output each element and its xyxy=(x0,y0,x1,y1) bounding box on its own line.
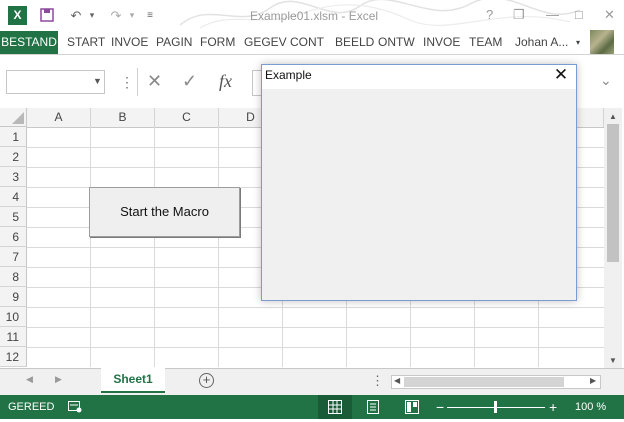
tab-team[interactable]: TEAM xyxy=(466,31,505,54)
dialog-title: Example xyxy=(265,68,312,82)
start-macro-button[interactable]: Start the Macro xyxy=(89,187,240,237)
row-header-2[interactable]: 2 xyxy=(0,147,27,167)
tab-pagina[interactable]: PAGIN xyxy=(153,31,195,54)
maximize-button[interactable]: □ xyxy=(575,7,583,22)
tab-formules[interactable]: FORM xyxy=(197,31,238,54)
scroll-right-icon[interactable]: ▶ xyxy=(590,376,596,385)
row-header-10[interactable]: 10 xyxy=(0,307,27,327)
macro-recording-icon[interactable] xyxy=(68,395,82,422)
user-name[interactable]: Johan A... xyxy=(512,31,571,54)
vertical-scroll-thumb[interactable] xyxy=(607,124,619,262)
excel-logo-icon[interactable]: X xyxy=(8,6,27,25)
redo-icon[interactable]: ↷ xyxy=(106,0,126,31)
tab-ontwikkelaars[interactable]: ONTW xyxy=(375,31,418,54)
column-header-c[interactable]: C xyxy=(155,108,219,127)
next-sheet-icon[interactable]: ▶ xyxy=(55,374,62,385)
window-title: Example01.xlsm - Excel xyxy=(250,9,379,23)
row-header-12[interactable]: 12 xyxy=(0,347,27,367)
grid-row-line xyxy=(27,347,604,348)
row-header-6[interactable]: 6 xyxy=(0,227,27,247)
ribbon-display-options-icon[interactable]: ❐ xyxy=(513,7,525,23)
row-header-1[interactable]: 1 xyxy=(0,127,27,147)
tab-bestand[interactable]: BESTAND xyxy=(0,31,58,54)
column-header-b[interactable]: B xyxy=(91,108,155,127)
customize-qat-icon[interactable]: ≡ xyxy=(143,0,157,31)
zoom-slider-thumb[interactable] xyxy=(494,401,497,413)
tab-start[interactable]: START xyxy=(64,31,108,54)
tab-invoegen[interactable]: INVOE xyxy=(108,31,151,54)
horizontal-scroll-thumb[interactable] xyxy=(404,377,564,387)
zoom-level[interactable]: 100 % xyxy=(575,395,606,419)
tab-beeld[interactable]: BEELD xyxy=(332,31,377,54)
grid-row-line xyxy=(27,307,604,308)
prev-sheet-icon[interactable]: ◀ xyxy=(26,374,33,385)
user-dropdown-icon[interactable]: ▾ xyxy=(573,31,583,54)
undo-dropdown-icon[interactable]: ▾ xyxy=(86,0,98,31)
sheet-tab-sheet1[interactable]: Sheet1 xyxy=(101,368,165,393)
row-header-9[interactable]: 9 xyxy=(0,287,27,307)
dialog-close-button[interactable]: ✕ xyxy=(551,64,571,86)
user-avatar[interactable] xyxy=(590,30,614,54)
ribbon-tabs: BESTAND START INVOE PAGIN FORM GEGEV CON… xyxy=(0,30,624,55)
page-break-view-icon[interactable] xyxy=(405,400,419,417)
tab-splitter-icon[interactable]: ⋮ xyxy=(371,373,384,389)
status-mode: GEREED xyxy=(8,401,55,413)
row-header-3[interactable]: 3 xyxy=(0,167,27,187)
redo-dropdown-icon[interactable]: ▾ xyxy=(126,0,138,31)
formula-input[interactable] xyxy=(252,70,261,96)
column-header-a[interactable]: A xyxy=(27,108,91,127)
expand-formula-bar-icon[interactable]: ⌄ xyxy=(600,72,612,89)
select-all-corner[interactable] xyxy=(0,108,27,127)
insert-function-icon[interactable]: fx xyxy=(219,71,232,92)
help-button[interactable]: ? xyxy=(486,7,493,22)
status-bar: GEREED − + 100 % xyxy=(0,395,624,419)
row-header-11[interactable]: 11 xyxy=(0,327,27,347)
row-header-5[interactable]: 5 xyxy=(0,207,27,227)
zoom-in-icon[interactable]: + xyxy=(549,395,557,419)
cancel-icon[interactable]: ✕ xyxy=(147,71,162,92)
formula-bar-grip-icon: ⋮ xyxy=(120,74,134,90)
row-header-4[interactable]: 4 xyxy=(0,187,27,207)
enter-icon[interactable]: ✓ xyxy=(182,71,197,92)
new-sheet-button[interactable]: + xyxy=(199,373,214,388)
minimize-button[interactable]: — xyxy=(546,7,559,22)
userform-dialog[interactable] xyxy=(261,64,577,301)
name-box-dropdown-icon[interactable]: ▼ xyxy=(93,76,102,86)
save-icon[interactable] xyxy=(36,0,58,31)
zoom-out-icon[interactable]: − xyxy=(436,395,444,419)
name-box[interactable] xyxy=(6,70,105,94)
tab-gegevens[interactable]: GEGEV xyxy=(241,31,290,54)
grid-row-line xyxy=(27,327,604,328)
undo-icon[interactable]: ↶ xyxy=(66,0,86,31)
formula-divider xyxy=(137,68,138,96)
page-layout-view-icon[interactable] xyxy=(366,400,380,417)
title-decoration xyxy=(179,0,581,29)
close-window-button[interactable]: ✕ xyxy=(604,7,615,23)
row-header-8[interactable]: 8 xyxy=(0,267,27,287)
tab-controleren[interactable]: CONT xyxy=(287,31,327,54)
tab-invoegtoepassingen[interactable]: INVOE xyxy=(420,31,463,54)
row-header-7[interactable]: 7 xyxy=(0,247,27,267)
scroll-up-icon[interactable]: ▲ xyxy=(604,112,622,121)
normal-view-button[interactable] xyxy=(318,395,352,419)
scroll-down-icon[interactable]: ▼ xyxy=(604,356,622,365)
scroll-left-icon[interactable]: ◀ xyxy=(394,376,400,385)
